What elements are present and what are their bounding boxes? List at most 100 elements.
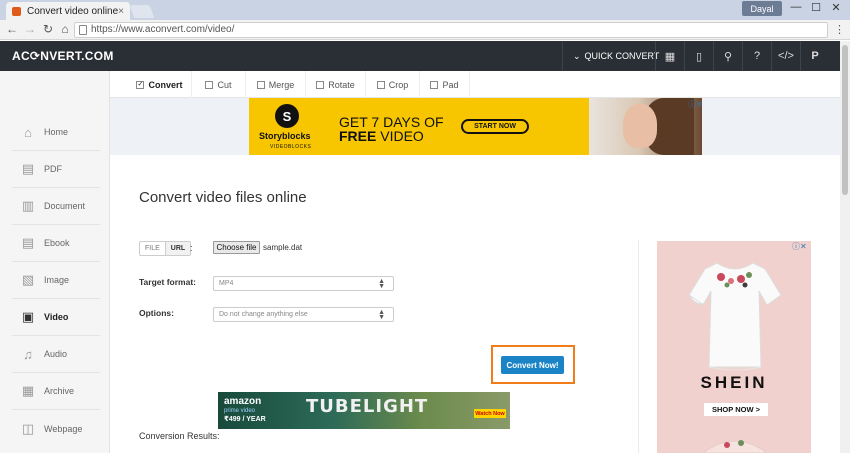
start-now-button[interactable]: START NOW (461, 119, 529, 134)
sidebar-item-video[interactable]: ▣ Video (12, 299, 100, 336)
sidebar-item-label: Image (44, 275, 70, 285)
sidebar-item-label: PDF (44, 164, 62, 174)
tab-rotate[interactable]: Rotate (306, 71, 366, 98)
side-adchoices-icon[interactable]: ⓘ✕ (792, 241, 807, 252)
ebook-icon: ▤ (21, 235, 35, 250)
paypal-icon[interactable]: P (800, 41, 829, 71)
source-file-option[interactable]: FILE (140, 242, 165, 255)
select-arrows-icon: ▲ ▼ (378, 309, 385, 321)
site-logo[interactable]: AC⟳NVERT.COM (12, 49, 114, 63)
source-colon: : (190, 243, 193, 253)
pdf-icon: ▤ (21, 161, 35, 176)
tab-merge[interactable]: Merge (246, 71, 306, 98)
sidebar-item-audio[interactable]: ♫ Audio (12, 336, 100, 373)
ad-brand: Storyblocks (259, 131, 311, 141)
sidebar-item-document[interactable]: ▥ Document (12, 188, 100, 225)
source-url-option[interactable]: URL (164, 242, 191, 255)
adchoices-icon[interactable]: ⓘ✕ (688, 99, 703, 110)
watch-now-button[interactable]: Watch Now (474, 409, 506, 418)
convert-now-button[interactable]: Convert Now! (501, 356, 564, 374)
shein-side-ad[interactable]: SHEIN SHOP NOW > (657, 241, 811, 453)
source-toggle[interactable]: FILE URL (139, 241, 192, 256)
browser-tab[interactable]: Convert video online × (6, 2, 130, 20)
page-info-icon[interactable] (79, 25, 87, 35)
page-title: Convert video files online (139, 189, 307, 206)
ad2-sub: prime video (224, 408, 256, 414)
site-favicon-icon (12, 6, 21, 16)
back-icon[interactable]: ← (4, 22, 20, 36)
shop-now-button[interactable]: SHOP NOW > (704, 403, 768, 416)
tab-pad[interactable]: Pad (420, 71, 470, 98)
tab-label: Convert (148, 79, 183, 90)
search-icon[interactable]: ⚲ (713, 41, 742, 71)
sidebar-item-ebook[interactable]: ▤ Ebook (12, 225, 100, 262)
choose-file-button[interactable]: Choose file (213, 241, 260, 254)
image-icon: ▧ (21, 272, 35, 287)
minimize-icon[interactable]: — (786, 1, 806, 13)
check-icon: ✓ (136, 80, 145, 89)
tab-label: Cut (217, 79, 232, 90)
checkbox-icon (205, 80, 214, 89)
target-format-label: Target format: (139, 277, 196, 287)
options-select[interactable]: Do not change anything else ▲ ▼ (213, 307, 394, 322)
url-text: https://www.aconvert.com/video/ (91, 24, 235, 35)
tab-label: Crop (388, 79, 409, 90)
archive-icon: ▦ (21, 383, 35, 398)
page-scrollbar[interactable] (840, 41, 850, 453)
operation-tabs: ✓ Convert Cut Merge Rotate Crop Pad (110, 71, 840, 98)
sidebar-item-label: Ebook (44, 238, 70, 248)
tab-label: Rotate (328, 79, 355, 90)
sidebar-item-home[interactable]: ⌂ Home (12, 114, 100, 151)
sidebar-item-label: Archive (44, 386, 75, 396)
url-input[interactable]: https://www.aconvert.com/video/ (74, 22, 828, 38)
target-format-value: MP4 (219, 280, 234, 287)
ad-brand-sub: VIDEOBLOCKS (270, 144, 312, 150)
quick-convert-label: QUICK CONVERT (584, 51, 660, 61)
blouse-image (688, 262, 782, 371)
sidebar-item-image[interactable]: ▧ Image (12, 262, 100, 299)
sidebar-item-label: Webpage (44, 423, 83, 434)
profile-button[interactable]: Dayal (742, 1, 782, 16)
help-icon[interactable]: ? (742, 41, 771, 71)
tab-crop[interactable]: Crop (366, 71, 420, 98)
reload-icon[interactable]: ↻ (40, 22, 56, 36)
convert-highlight-box: Convert Now! (491, 345, 575, 384)
tab-cut[interactable]: Cut (192, 71, 246, 98)
tab-close-icon[interactable]: × (118, 6, 124, 17)
second-product-image (702, 440, 768, 453)
tab-convert[interactable]: ✓ Convert (128, 71, 192, 98)
scrollbar-thumb[interactable] (842, 45, 848, 195)
conversion-results-label: Conversion Results: (139, 431, 220, 441)
forward-icon[interactable]: → (22, 22, 38, 36)
storyblocks-banner-ad[interactable]: S Storyblocks VIDEOBLOCKS GET 7 DAYS OF … (249, 98, 702, 155)
top-ad-strip: S Storyblocks VIDEOBLOCKS GET 7 DAYS OF … (110, 98, 840, 155)
video-icon: ▣ (21, 309, 35, 324)
sidebar-item-label: Document (44, 201, 86, 211)
select-arrows-icon: ▲ ▼ (378, 278, 385, 290)
ad-headline-bold: FREE (339, 128, 377, 144)
home-browser-icon[interactable]: ⌂ (57, 22, 73, 36)
grid-icon[interactable]: ▦ (655, 41, 684, 71)
sidebar-item-webpage[interactable]: ◫ Webpage (12, 410, 100, 447)
target-format-select[interactable]: MP4 ▲ ▼ (213, 276, 394, 291)
sidebar-item-pdf[interactable]: ▤ PDF (12, 151, 100, 188)
sidebar-item-archive[interactable]: ▦ Archive (12, 373, 100, 410)
new-tab-button[interactable] (129, 5, 155, 18)
shein-logo: SHEIN (700, 373, 768, 392)
tab-label: Merge (268, 79, 295, 90)
amazon-prime-banner-ad[interactable]: amazon prime video ₹499 / YEAR TUBELIGHT… (218, 392, 510, 429)
browser-tab-title: Convert video online (27, 5, 119, 17)
window-close-icon[interactable]: ✕ (826, 1, 846, 14)
mobile-icon[interactable]: ▯ (684, 41, 713, 71)
site-header: AC⟳NVERT.COM ⌄ QUICK CONVERT ▦ ▯ ⚲ ? </>… (0, 41, 840, 71)
browser-menu-icon[interactable]: ⋮ (834, 23, 845, 36)
browser-tab-strip: Convert video online × Dayal — ☐ ✕ (0, 0, 850, 20)
options-label: Options: (139, 308, 174, 318)
chevron-down-icon: ⌄ (573, 50, 581, 61)
ad-headline-2: FREE VIDEO (339, 128, 424, 144)
sidebar-item-label: Video (44, 312, 69, 322)
quick-convert-button[interactable]: ⌄ QUICK CONVERT (562, 41, 669, 71)
code-icon[interactable]: </> (771, 41, 800, 71)
maximize-icon[interactable]: ☐ (806, 1, 826, 14)
document-icon: ▥ (21, 198, 35, 213)
